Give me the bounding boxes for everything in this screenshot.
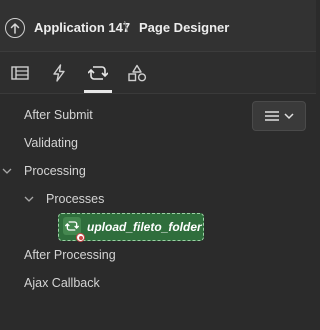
refresh-icon [88, 65, 108, 80]
tree-node-ajax-callback[interactable]: Ajax Callback [24, 276, 100, 290]
shapes-icon [128, 64, 147, 81]
error-badge-icon [76, 233, 85, 242]
application-title[interactable]: Application 147 [34, 20, 130, 35]
page-title: Page Designer [139, 20, 230, 35]
tree-node-processes[interactable]: Processes [46, 192, 104, 206]
tree-actions-menu-button[interactable] [252, 101, 306, 131]
arrow-up-icon [10, 23, 20, 34]
selected-process-label: upload_fileto_folder [87, 220, 202, 234]
lightning-icon [53, 63, 65, 82]
tree-node-processing[interactable]: Processing [24, 164, 86, 178]
breadcrumb-separator: \ [124, 19, 129, 36]
expand-processes-chevron-icon[interactable] [24, 194, 34, 204]
tab-dynamic-actions[interactable] [39, 52, 79, 93]
designer-tabs [0, 52, 316, 94]
expand-processing-chevron-icon[interactable] [2, 166, 12, 176]
tab-shared-components[interactable] [117, 52, 157, 93]
layout-icon [11, 65, 29, 80]
tree-node-after-submit[interactable]: After Submit [24, 108, 93, 122]
page-designer-header: Application 147 \ Page Designer [0, 0, 316, 52]
tab-processing[interactable] [78, 52, 118, 93]
hamburger-icon [264, 111, 279, 121]
tree-node-after-processing[interactable]: After Processing [24, 248, 116, 262]
navigate-up-button[interactable] [5, 18, 25, 38]
tree-node-validating[interactable]: Validating [24, 136, 78, 150]
tab-rendering[interactable] [0, 52, 40, 93]
chevron-down-icon [283, 113, 294, 120]
